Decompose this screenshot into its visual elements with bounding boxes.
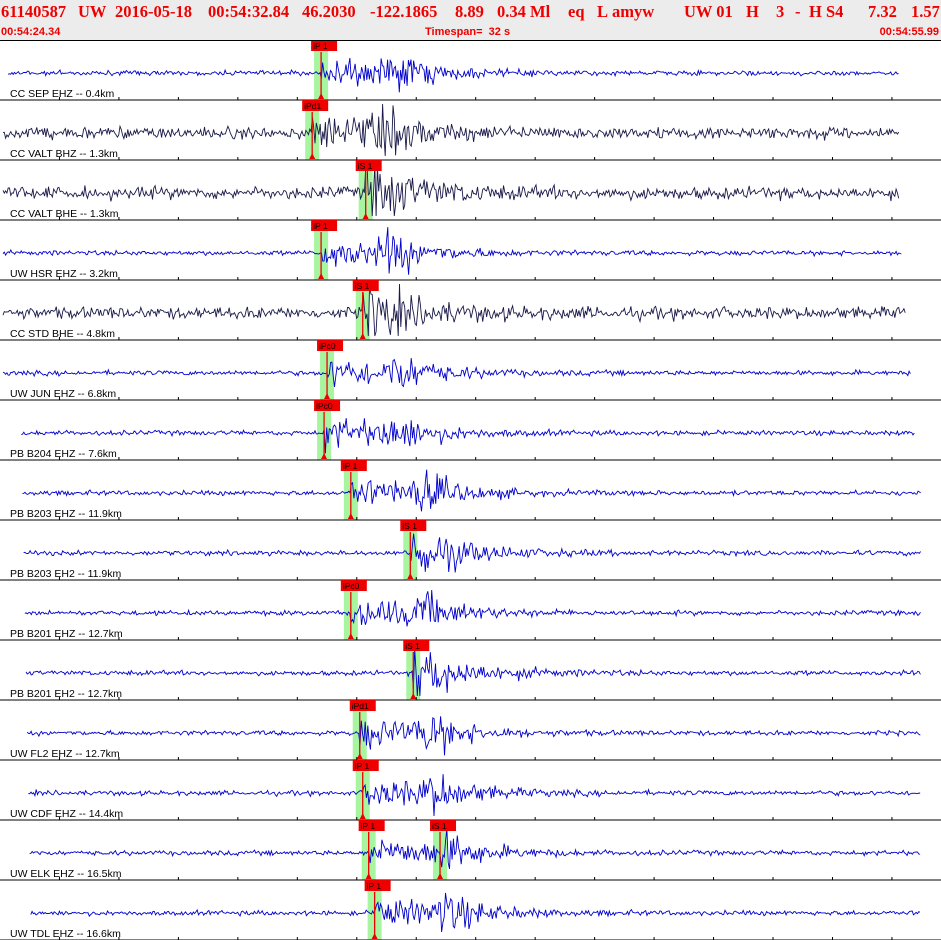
header-separator: - — [795, 2, 801, 21]
waveform — [2, 358, 911, 388]
waveform — [7, 57, 899, 93]
waveform — [21, 418, 915, 454]
pick-label: iPc0 — [343, 581, 360, 591]
waveform — [29, 828, 921, 869]
start-time: 00:54:24.34 — [1, 26, 61, 38]
event-title-line: 61140587 UW 2016-05-18 00:54:32.84 46.2030 -1… — [0, 1, 941, 23]
station-label: UW HSR EHZ -- 3.2km — [10, 268, 118, 280]
header-subnet: UW 01 — [684, 2, 733, 21]
trace-row: iS 1 CC VALT BHE -- 1.3km — [0, 160, 941, 221]
station-label: UW TDL EHZ -- 16.6km — [10, 928, 121, 940]
station-label: PB B203 EHZ -- 11.9km — [10, 508, 122, 520]
pick-label: iP 1 — [355, 761, 370, 771]
trace-row: iP 1 UW CDF EHZ -- 14.4km — [0, 760, 941, 821]
trace-row: iPc0 PB B201 EHZ -- 12.7km — [0, 580, 941, 641]
waveform — [26, 716, 921, 756]
trace-row: iPc0 UW JUN EHZ -- 6.8km — [0, 340, 941, 401]
station-label: PB B203 EH2 -- 11.9km — [10, 568, 122, 580]
pick-label: iPc0 — [319, 341, 336, 351]
pick-label: iP 1 — [313, 221, 328, 231]
station-label: UW ELK EHZ -- 16.5km — [10, 868, 122, 880]
trace-row: iS 1 PB B203 EH2 -- 11.9km — [0, 520, 941, 581]
pick-label: iS 1 — [405, 641, 420, 651]
pick-label: iS 1 — [402, 521, 417, 531]
header-rms: 7.32 — [868, 2, 897, 21]
header-event-type: eq — [568, 2, 585, 21]
header-analyst: amyw — [612, 2, 655, 21]
waveform — [2, 163, 900, 217]
trace-row: iP 1 UW TDL EHZ -- 16.6km — [0, 880, 941, 940]
header-quality-s: H S4 — [809, 2, 844, 21]
waveform — [24, 589, 921, 627]
pick-label: iS 1 — [355, 281, 370, 291]
station-label: PB B201 EHZ -- 12.7km — [10, 628, 123, 640]
header-latitude: 46.2030 — [302, 2, 356, 21]
header-phase-count: 3 — [776, 2, 785, 21]
trace-row: iP 1 PB B203 EHZ -- 11.9km — [0, 460, 941, 521]
header-depth: 8.89 — [455, 2, 484, 21]
trace-row: iS 1 PB B201 EH2 -- 12.7km — [0, 640, 941, 701]
header-erh: 1.57 — [911, 2, 940, 21]
station-label: UW FL2 EHZ -- 12.7km — [10, 748, 120, 760]
header-event-date: 2016-05-18 — [115, 2, 192, 21]
time-axis-line: 00:54:24.34 Timespan= 32 s 00:54:55.99 — [0, 24, 941, 40]
station-label: PB B201 EH2 -- 12.7km — [10, 688, 122, 700]
station-label: UW CDF EHZ -- 14.4km — [10, 808, 123, 820]
waveform — [28, 774, 921, 817]
waveform — [22, 469, 921, 512]
station-label: CC VALT BHE -- 1.3km — [10, 208, 119, 220]
pick-label: iS 1 — [358, 161, 373, 171]
waveform — [23, 533, 921, 573]
header-location-flag: L — [597, 2, 609, 21]
pick-label: iP 1 — [361, 821, 376, 831]
waveform — [30, 892, 921, 933]
header-event-id: 61140587 — [1, 2, 67, 21]
station-label: CC SEP EHZ -- 0.4km — [10, 88, 114, 100]
trace-row: iP 1 UW HSR EHZ -- 3.2km — [0, 220, 941, 281]
header-longitude: -122.1865 — [370, 2, 438, 21]
pick-label: iP 1 — [343, 461, 358, 471]
waveform — [2, 103, 900, 157]
header-quality-h: H — [746, 2, 759, 21]
pick-label: iPd1 — [304, 101, 321, 111]
waveform — [25, 648, 921, 697]
seismogram-viewer: 61140587 UW 2016-05-18 00:54:32.84 46.2030 -1… — [0, 0, 941, 940]
header-magnitude: 0.34 Ml — [497, 2, 551, 21]
trace-panel: iP 1 CC SEP EHZ -- 0.4km iPd1 CC VALT BHZ -… — [0, 40, 941, 940]
station-label: PB B204 EHZ -- 7.6km — [10, 448, 117, 460]
trace-row: iPc0 PB B204 EHZ -- 7.6km — [0, 400, 941, 461]
trace-row: iS 1 CC STD BHE -- 4.8km — [0, 280, 941, 341]
pick-label: iPc0 — [316, 401, 333, 411]
station-label: CC VALT BHZ -- 1.3km — [10, 148, 118, 160]
trace-row: iPd1 CC VALT BHZ -- 1.3km — [0, 100, 941, 161]
pick-label: iP 1 — [313, 41, 328, 51]
waveform — [2, 283, 906, 337]
pick-label: iPd1 — [352, 701, 369, 711]
traces-svg: iP 1 CC SEP EHZ -- 0.4km iPd1 CC VALT BHZ -… — [0, 40, 941, 940]
trace-row: iP 1 CC SEP EHZ -- 0.4km — [0, 40, 941, 101]
end-time: 00:54:55.99 — [879, 26, 939, 38]
waveform — [2, 227, 902, 275]
station-label: CC STD BHE -- 4.8km — [10, 328, 115, 340]
event-header: 61140587 UW 2016-05-18 00:54:32.84 46.2030 -1… — [0, 0, 941, 40]
trace-row: iP 1 iS 1 UW ELK EHZ -- 16.5km — [0, 820, 941, 881]
header-network: UW — [78, 2, 107, 21]
timespan-label: Timespan= 32 s — [425, 26, 511, 38]
pick-label: iP 1 — [367, 881, 382, 891]
pick-label: iS 1 — [432, 821, 447, 831]
trace-row: iPd1 UW FL2 EHZ -- 12.7km — [0, 700, 941, 761]
station-label: UW JUN EHZ -- 6.8km — [10, 388, 116, 400]
header-origin-time: 00:54:32.84 — [208, 2, 290, 21]
